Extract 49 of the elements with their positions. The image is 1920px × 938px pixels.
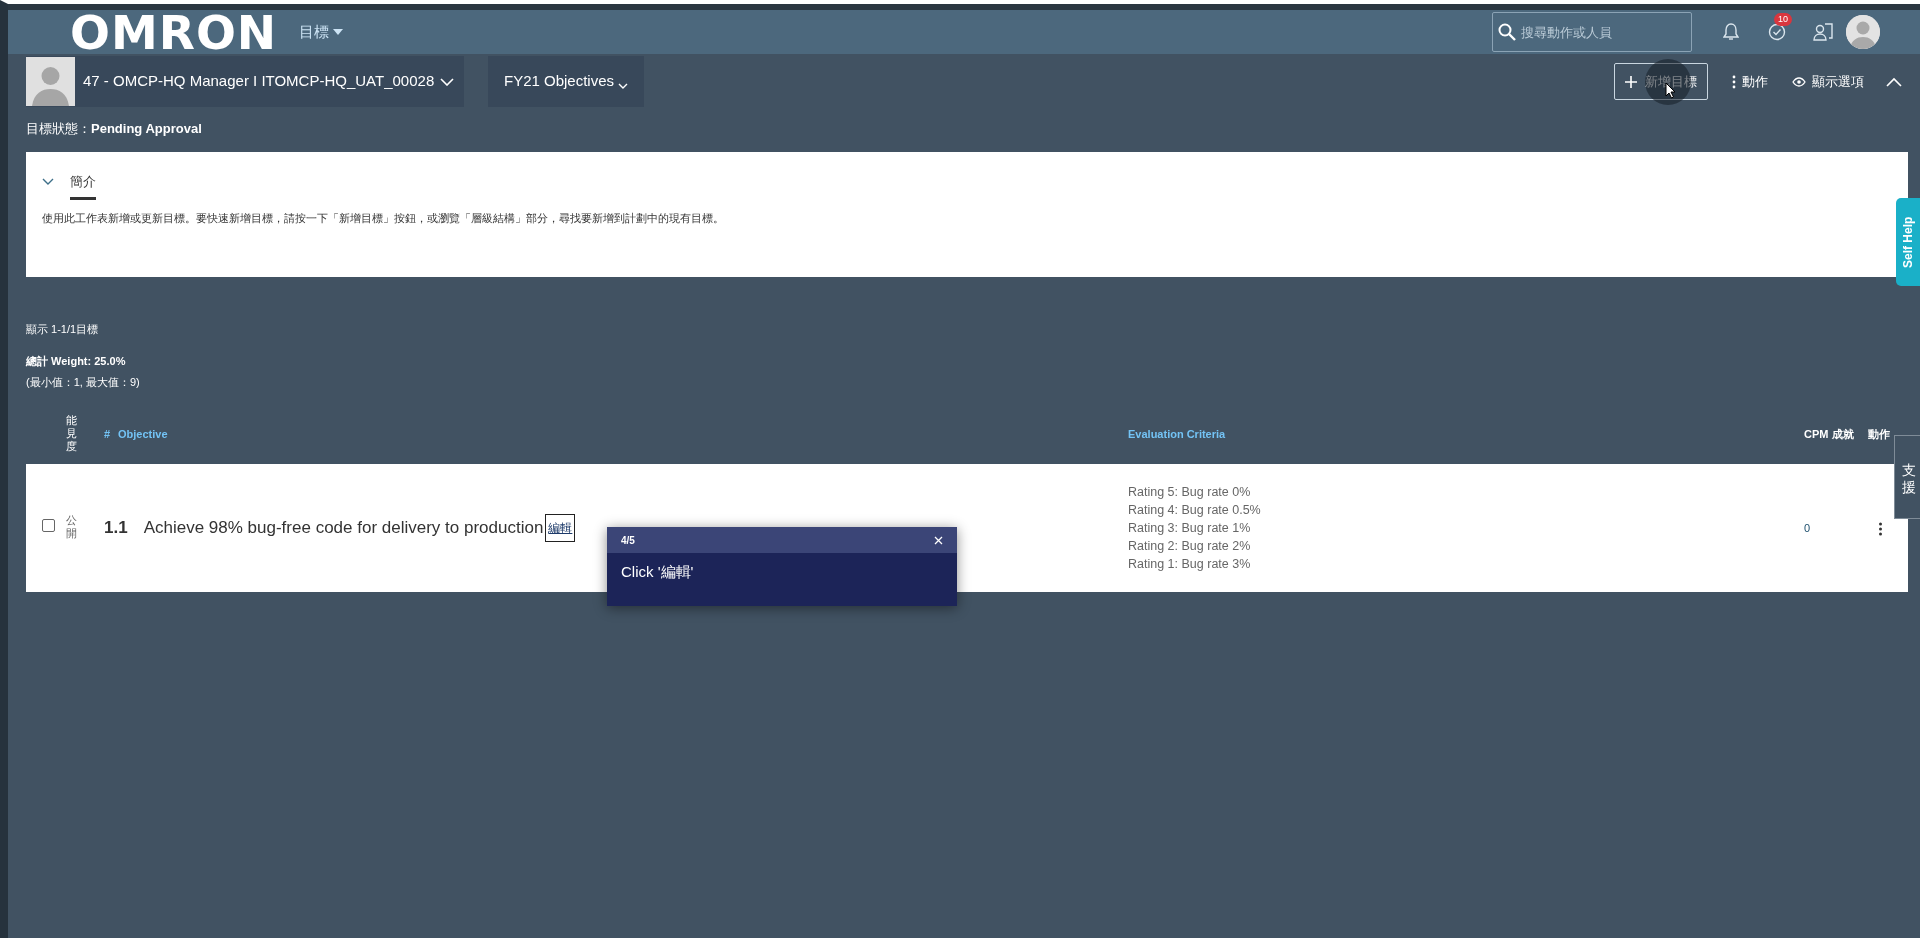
chevron-down-icon bbox=[618, 82, 629, 89]
chevron-down-icon bbox=[440, 77, 454, 86]
status-line: 目標狀態：Pending Approval bbox=[25, 120, 203, 138]
result-count: 顯示 1-1/1目標 bbox=[26, 321, 100, 337]
eye-icon bbox=[1792, 76, 1806, 87]
logo: OMRON bbox=[70, 8, 278, 56]
collapse-icon[interactable] bbox=[1886, 76, 1902, 87]
criteria-text: Rating 3: Bug rate 1% bbox=[1128, 520, 1252, 537]
criteria-text: Rating 5: Bug rate 0% bbox=[1128, 484, 1252, 501]
check-circle-icon[interactable] bbox=[1768, 23, 1786, 41]
column-header: CPM 成就 bbox=[1804, 427, 1854, 440]
cpm-value: 0 bbox=[1804, 521, 1811, 534]
objective-number: 1.1 bbox=[104, 517, 128, 540]
intro-text: 使用此工作表新增或更新目標。要快速新增目標，請按一下「新增目標」按鈕，或瀏覽「層級結構」部分，尋找要新增到計劃中的現有目標。 bbox=[42, 211, 725, 226]
step-counter: 4/5 bbox=[621, 533, 635, 548]
objective-title: Achieve 98% bug-free code for delivery to production bbox=[143, 517, 544, 540]
person-selector[interactable]: 47 - OMCP-HQ Manager I ITOMCP-HQ_UAT_00028 bbox=[26, 56, 464, 107]
plus-icon bbox=[1625, 75, 1637, 88]
column-header[interactable]: Evaluation Criteria bbox=[1128, 427, 1226, 440]
column-header: 動作 bbox=[1868, 427, 1890, 440]
total-weight: 總計 Weight: 25.0% bbox=[26, 354, 127, 369]
bell-icon[interactable] bbox=[1723, 23, 1739, 41]
search-icon bbox=[1498, 23, 1516, 41]
intro-tab[interactable]: 簡介 bbox=[70, 171, 96, 200]
column-header[interactable]: # bbox=[104, 427, 111, 440]
caret-icon bbox=[333, 29, 344, 35]
edit-link[interactable]: 編輯 bbox=[545, 514, 576, 542]
visibility-label: 公開 bbox=[66, 513, 77, 541]
actions-menu[interactable]: 動作 bbox=[1732, 71, 1768, 92]
criteria-text: Rating 4: Bug rate 0.5% bbox=[1128, 502, 1262, 519]
support-tab[interactable]: 支援 bbox=[1894, 435, 1920, 519]
avatar-icon[interactable] bbox=[1846, 15, 1880, 49]
plan-selector[interactable]: FY21 Objectives bbox=[488, 56, 645, 107]
column-header: 能見度 bbox=[66, 413, 77, 454]
more-vertical-icon bbox=[1732, 74, 1736, 89]
criteria-text: Rating 2: Bug rate 2% bbox=[1128, 538, 1252, 555]
row-checkbox[interactable] bbox=[42, 519, 55, 532]
tooltip-text: Click '編輯' bbox=[621, 563, 694, 580]
display-options-button[interactable]: 顯示選項 bbox=[1792, 71, 1864, 92]
avatar-icon bbox=[26, 57, 75, 106]
column-header[interactable]: Objective bbox=[118, 427, 168, 440]
people-icon[interactable] bbox=[1812, 22, 1834, 42]
notification-badge: 10 bbox=[1774, 13, 1792, 26]
more-vertical-icon[interactable] bbox=[1878, 521, 1883, 536]
search-field[interactable]: 搜尋動作或人員 bbox=[1492, 12, 1692, 52]
close-icon[interactable] bbox=[934, 535, 943, 545]
menu-dropdown[interactable]: 目標 bbox=[299, 20, 344, 44]
criteria-text: Rating 1: Bug rate 3% bbox=[1128, 556, 1252, 573]
weight-range: (最小值：1, 最大值：9) bbox=[26, 374, 141, 390]
